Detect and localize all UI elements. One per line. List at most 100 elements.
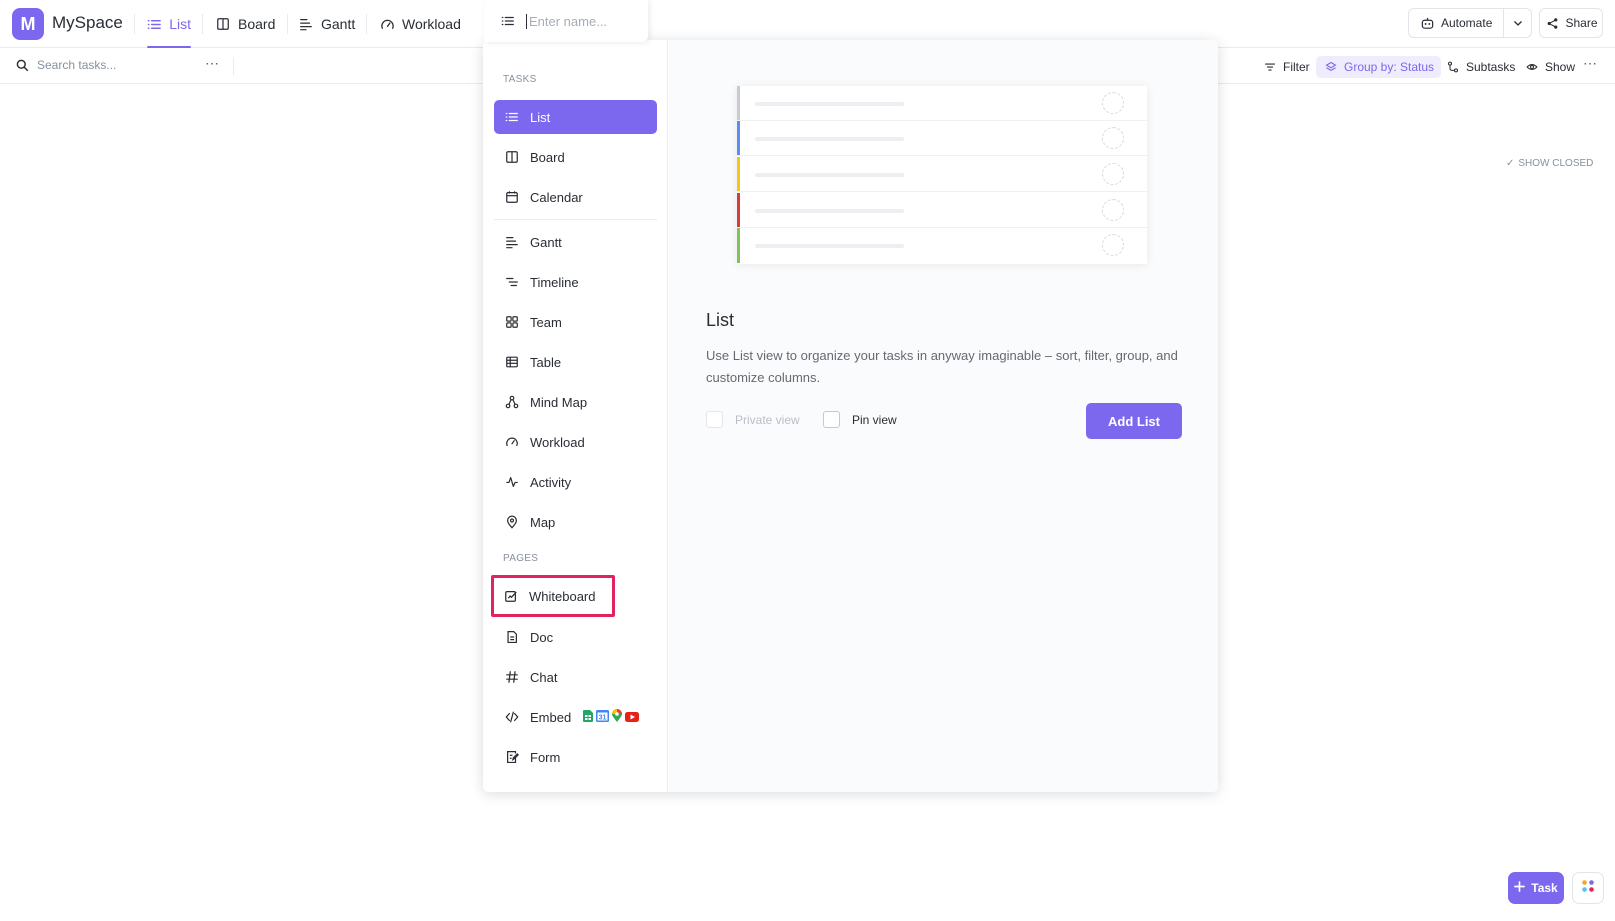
gantt-icon <box>298 16 314 32</box>
view-option-label: Whiteboard <box>529 588 596 604</box>
view-name-input[interactable] <box>526 13 636 29</box>
more-options-icon[interactable]: ⋯ <box>1583 55 1598 72</box>
view-option-team[interactable]: Team <box>494 305 657 339</box>
add-list-button[interactable]: Add List <box>1086 403 1182 439</box>
add-view-popup: TASKS List Board Calendar Gantt Timeline… <box>483 40 1218 792</box>
view-option-label: Table <box>530 354 562 370</box>
search-placeholder: Search tasks... <box>37 58 117 72</box>
group-by-label: Group by: Status <box>1344 60 1435 74</box>
view-option-label: Form <box>530 749 561 765</box>
map-pin-icon <box>504 514 520 530</box>
view-option-workload[interactable]: Workload <box>494 425 657 459</box>
mind-map-icon <box>504 394 520 410</box>
tab-label: Board <box>238 16 276 32</box>
divider <box>494 219 657 220</box>
activity-icon <box>504 474 520 490</box>
view-option-doc[interactable]: Doc <box>494 620 657 654</box>
tab-workload[interactable]: Workload <box>379 0 461 48</box>
workload-icon <box>379 16 395 32</box>
view-option-label: Board <box>530 149 565 165</box>
placeholder-avatar <box>1102 199 1124 221</box>
view-option-label: Workload <box>530 434 585 450</box>
preview-row <box>737 193 1147 228</box>
placeholder-line <box>755 209 904 213</box>
tab-board[interactable]: Board <box>215 0 275 48</box>
subtasks-icon <box>1445 59 1461 75</box>
view-option-label: Chat <box>530 669 558 685</box>
view-option-board[interactable]: Board <box>494 140 657 174</box>
view-option-label: Team <box>530 314 562 330</box>
plus-icon <box>1514 881 1526 895</box>
search-icon <box>14 57 30 73</box>
checkbox-box[interactable] <box>706 411 723 428</box>
add-task-label: Task <box>1531 881 1558 895</box>
filter-button[interactable]: Filter <box>1255 56 1317 78</box>
workspace-name[interactable]: MySpace <box>52 13 123 33</box>
list-icon <box>147 16 162 32</box>
view-option-table[interactable]: Table <box>494 345 657 379</box>
show-button[interactable]: Show <box>1517 56 1582 78</box>
view-option-whiteboard[interactable]: Whiteboard <box>491 575 615 617</box>
whiteboard-icon <box>503 588 519 604</box>
private-view-label: Private view <box>735 412 800 427</box>
google-calendar-icon: 31 <box>596 709 610 725</box>
placeholder-line <box>755 173 904 177</box>
google-sheets-icon <box>583 709 594 725</box>
view-option-form[interactable]: Form <box>494 740 657 774</box>
divider <box>202 14 203 34</box>
view-option-embed[interactable]: Embed 31 <box>494 700 657 734</box>
filter-icon <box>1262 59 1278 75</box>
share-button[interactable]: Share <box>1539 8 1603 38</box>
calendar-icon <box>504 189 520 205</box>
more-options-icon[interactable]: ⋯ <box>205 55 220 72</box>
list-icon <box>500 13 516 29</box>
tab-list[interactable]: List <box>147 0 191 48</box>
preview-row <box>737 121 1147 156</box>
view-name-box <box>484 0 648 42</box>
automate-button[interactable]: Automate <box>1408 8 1532 38</box>
view-option-map[interactable]: Map <box>494 505 657 539</box>
status-color-bar <box>737 157 740 191</box>
preview-row <box>737 157 1147 192</box>
group-by-button[interactable]: Group by: Status <box>1316 56 1442 78</box>
doc-icon <box>504 629 520 645</box>
status-color-bar <box>737 86 740 120</box>
view-preview-panel: List Use List view to organize your task… <box>669 40 1218 792</box>
view-option-activity[interactable]: Activity <box>494 465 657 499</box>
hash-icon <box>504 669 520 685</box>
view-option-calendar[interactable]: Calendar <box>494 180 657 214</box>
view-option-label: Activity <box>530 474 572 490</box>
google-maps-icon <box>612 709 623 725</box>
private-view-checkbox[interactable]: Private view <box>706 411 800 428</box>
show-closed-toggle[interactable]: ✓ SHOW CLOSED <box>1506 158 1593 169</box>
status-color-bar <box>737 121 740 155</box>
view-option-chat[interactable]: Chat <box>494 660 657 694</box>
preview-row <box>737 86 1147 121</box>
youtube-icon <box>625 710 640 725</box>
list-icon <box>504 109 520 125</box>
layers-icon <box>1323 59 1339 75</box>
apps-button[interactable] <box>1572 872 1604 904</box>
view-option-timeline[interactable]: Timeline <box>494 265 657 299</box>
search-tasks[interactable]: Search tasks... <box>14 57 116 73</box>
subtasks-button[interactable]: Subtasks <box>1438 56 1522 78</box>
view-option-list[interactable]: List <box>494 100 657 134</box>
view-option-gantt[interactable]: Gantt <box>494 225 657 259</box>
chevron-down-icon <box>1510 15 1526 31</box>
workspace-avatar[interactable]: M <box>12 8 44 40</box>
workload-icon <box>504 434 520 450</box>
share-icon <box>1544 15 1560 31</box>
pin-view-checkbox[interactable]: Pin view <box>823 411 897 428</box>
code-icon <box>504 709 520 725</box>
placeholder-line <box>755 244 904 248</box>
tab-label: Gantt <box>321 16 356 32</box>
checkbox-box[interactable] <box>823 411 840 428</box>
section-label-tasks: TASKS <box>503 74 537 85</box>
add-task-button[interactable]: Task <box>1508 872 1564 904</box>
preview-title: List <box>706 310 735 330</box>
automate-dropdown[interactable] <box>1503 9 1531 37</box>
view-option-mind-map[interactable]: Mind Map <box>494 385 657 419</box>
view-option-label: Map <box>530 514 556 530</box>
tab-gantt[interactable]: Gantt <box>298 0 355 48</box>
preview-row <box>737 228 1147 263</box>
